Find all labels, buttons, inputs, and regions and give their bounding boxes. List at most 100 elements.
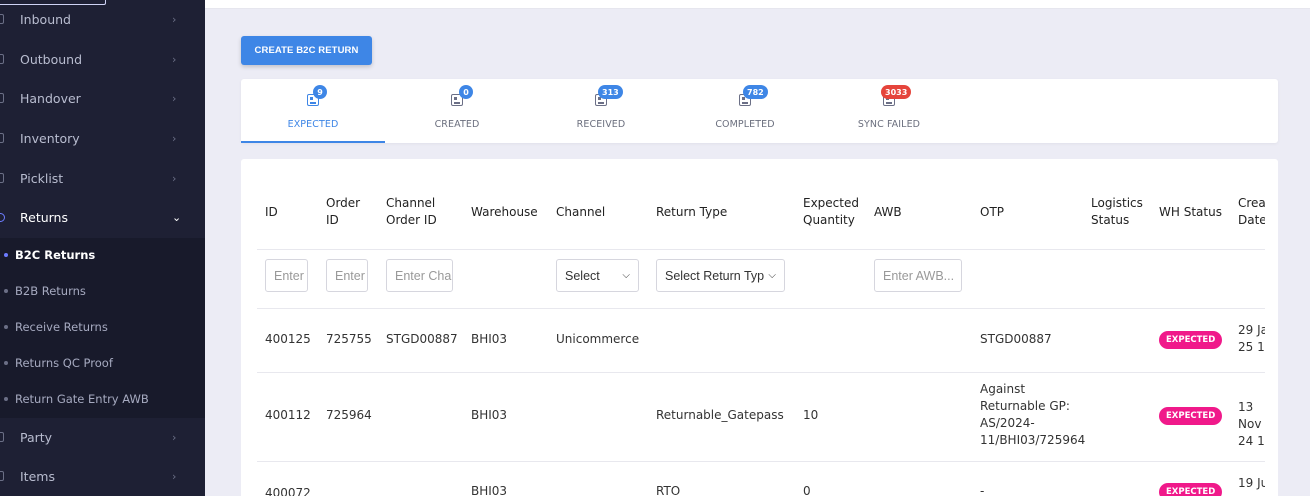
id-filter-input[interactable]: Enter ID — [265, 259, 308, 292]
status-tabs: 9 EXPECTED 0 CREATED 313 RECEIVED 782 CO… — [241, 79, 1278, 143]
tab-sync-failed[interactable]: 3033 SYNC FAILED — [817, 79, 961, 143]
top-bar-mark-icon: —— — [569, 0, 587, 4]
cell-expected-quantity: 10 — [803, 408, 819, 422]
sidebar-subitem-return-gate-entry-awb[interactable]: Return Gate Entry AWB — [0, 388, 205, 410]
sidebar-item-inbound[interactable]: Inbound › — [0, 7, 205, 31]
tab-count-badge: 782 — [743, 85, 768, 99]
channel-filter-select[interactable]: Select ⌵ — [556, 259, 639, 292]
cell-created-date: 29 Jan 25 14 — [1238, 323, 1265, 354]
items-icon — [0, 471, 4, 481]
sidebar-item-returns[interactable]: Returns ⌄ — [0, 205, 205, 229]
sidebar-item-outbound[interactable]: Outbound › — [0, 47, 205, 71]
returns-table: ID Order ID Channel Order ID Warehouse C… — [241, 159, 1265, 496]
sidebar-subitem-label: B2B Returns — [15, 284, 86, 298]
tab-received[interactable]: 313 RECEIVED — [529, 79, 673, 143]
cell-channel: Unicommerce — [556, 332, 640, 346]
tab-completed[interactable]: 782 COMPLETED — [673, 79, 817, 143]
sidebar-item-label: Inventory — [20, 130, 80, 146]
cell-created-date: 19 Jul — [1238, 476, 1265, 490]
cell-order-id: 725755 — [326, 332, 372, 346]
sidebar-item-label: Handover — [20, 90, 81, 106]
cell-warehouse: BHI03 — [471, 408, 508, 422]
top-bar: —— — [205, 0, 1310, 9]
bullet-icon — [4, 253, 8, 257]
bullet-icon — [4, 397, 8, 401]
tab-label: EXPECTED — [287, 119, 339, 130]
sidebar-subitem-b2c-returns[interactable]: B2C Returns — [0, 244, 205, 266]
column-header-expected-quantity: Expected Quantity — [803, 196, 859, 227]
sidebar-item-label: Picklist — [20, 170, 64, 186]
chevron-right-icon: › — [172, 12, 177, 26]
inventory-icon — [0, 133, 4, 143]
tab-count-badge: 3033 — [881, 85, 912, 99]
sidebar-subitem-receive-returns[interactable]: Receive Returns — [0, 316, 205, 338]
status-badge: EXPECTED — [1159, 407, 1223, 425]
tab-count-badge: 0 — [459, 85, 473, 99]
sidebar-subitem-b2b-returns[interactable]: B2B Returns — [0, 280, 205, 302]
sidebar-item-inventory[interactable]: Inventory › — [0, 126, 205, 150]
sidebar-item-handover[interactable]: Handover › — [0, 86, 205, 110]
sidebar-item-items[interactable]: Items › — [0, 464, 205, 488]
cell-warehouse: BHI03 — [471, 332, 508, 346]
bullet-icon — [4, 325, 8, 329]
chevron-right-icon: › — [172, 131, 177, 145]
status-badge: EXPECTED — [1159, 483, 1223, 496]
awb-filter-input[interactable]: Enter AWB... — [874, 259, 962, 292]
order-id-filter-input[interactable]: Enter Order ID — [326, 259, 368, 292]
column-header-otp: OTP — [980, 205, 1005, 219]
tab-label: COMPLETED — [715, 119, 775, 130]
column-header-return-type: Return Type — [656, 205, 728, 219]
cell-id: 400112 — [265, 408, 311, 422]
chevron-right-icon: › — [172, 171, 177, 185]
sidebar-item-label: Outbound — [20, 51, 83, 67]
party-icon — [0, 432, 4, 442]
column-header-created-date: Created Date — [1238, 196, 1265, 227]
sidebar-item-party[interactable]: Party › — [0, 425, 205, 449]
sidebar-top-control[interactable] — [0, 0, 106, 5]
cell-warehouse: BHI03 — [471, 484, 508, 496]
inbound-icon — [0, 14, 4, 24]
sidebar-subitem-label: Receive Returns — [15, 320, 108, 334]
cell-otp: STGD00887 — [980, 332, 1052, 346]
sidebar-item-label: Inbound — [20, 11, 71, 27]
sidebar: Inbound › Outbound › Handover › Inventor… — [0, 0, 205, 496]
cell-id: 400072 — [265, 486, 311, 496]
sidebar-subitem-label: Returns QC Proof — [15, 356, 113, 370]
sidebar-item-label: Party — [20, 429, 53, 445]
header-divider — [257, 249, 1265, 250]
column-header-channel-order-id: Channel Order ID — [386, 196, 437, 227]
tab-label: CREATED — [434, 119, 480, 130]
column-header-channel: Channel — [556, 205, 606, 219]
bullet-icon — [4, 289, 8, 293]
picklist-icon — [0, 173, 4, 183]
tab-label: RECEIVED — [576, 119, 626, 130]
chevron-right-icon: › — [172, 52, 177, 66]
tab-expected[interactable]: 9 EXPECTED — [241, 79, 385, 143]
sidebar-subitem-returns-qc-proof[interactable]: Returns QC Proof — [0, 352, 205, 374]
outbound-icon — [0, 54, 4, 64]
sidebar-item-label: Returns — [20, 209, 68, 225]
channel-filter-value: Select — [565, 268, 600, 283]
tab-label: SYNC FAILED — [857, 119, 921, 130]
channel-order-id-filter-input[interactable]: Enter Channel Order ID — [386, 259, 453, 292]
tab-created[interactable]: 0 CREATED — [385, 79, 529, 143]
sidebar-subitem-label: Return Gate Entry AWB — [15, 392, 149, 406]
column-header-logistics-status: Logistics Status — [1091, 196, 1143, 227]
cell-otp: Against Returnable GP: AS/2024-11/BHI03/… — [980, 382, 1086, 447]
return-type-filter-value: Select Return Type — [665, 268, 765, 283]
return-type-filter-select[interactable]: Select Return Type ⌵ — [656, 259, 785, 292]
row-divider — [257, 461, 1265, 462]
status-badge: EXPECTED — [1159, 331, 1223, 349]
sidebar-item-picklist[interactable]: Picklist › — [0, 166, 205, 190]
column-header-awb: AWB — [874, 205, 902, 219]
cell-order-id: 725964 — [326, 408, 372, 422]
cell-otp: - — [980, 484, 985, 496]
column-header-warehouse: Warehouse — [471, 205, 538, 219]
returns-submenu: B2C Returns B2B Returns Receive Returns … — [0, 238, 205, 418]
sidebar-item-label: Items — [20, 468, 55, 484]
chevron-right-icon: › — [172, 469, 177, 483]
create-b2c-return-button[interactable]: CREATE B2C RETURN — [241, 36, 372, 65]
active-tab-indicator — [241, 141, 385, 143]
tab-count-badge: 9 — [313, 85, 327, 99]
chevron-down-icon: ⌵ — [768, 270, 776, 281]
